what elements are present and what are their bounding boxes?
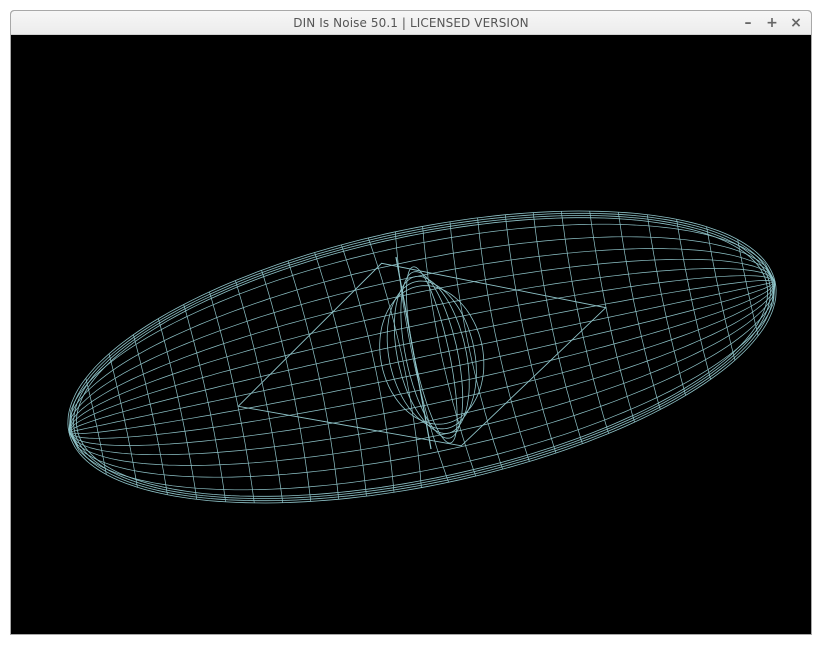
window-title: DIN Is Noise 50.1 | LICENSED VERSION: [293, 16, 529, 30]
latitude-line: [68, 281, 776, 439]
maximize-button[interactable]: +: [765, 16, 779, 30]
wireframe-mesh: [67, 210, 777, 504]
latitude-line: [68, 281, 776, 478]
app-window: DIN Is Noise 50.1 | LICENSED VERSION – +…: [10, 10, 812, 635]
close-button[interactable]: ×: [789, 16, 803, 30]
window-controls: – + ×: [741, 11, 803, 35]
title-bar[interactable]: DIN Is Noise 50.1 | LICENSED VERSION – +…: [11, 11, 811, 35]
render-canvas[interactable]: [11, 35, 811, 634]
minimize-button[interactable]: –: [741, 16, 755, 30]
